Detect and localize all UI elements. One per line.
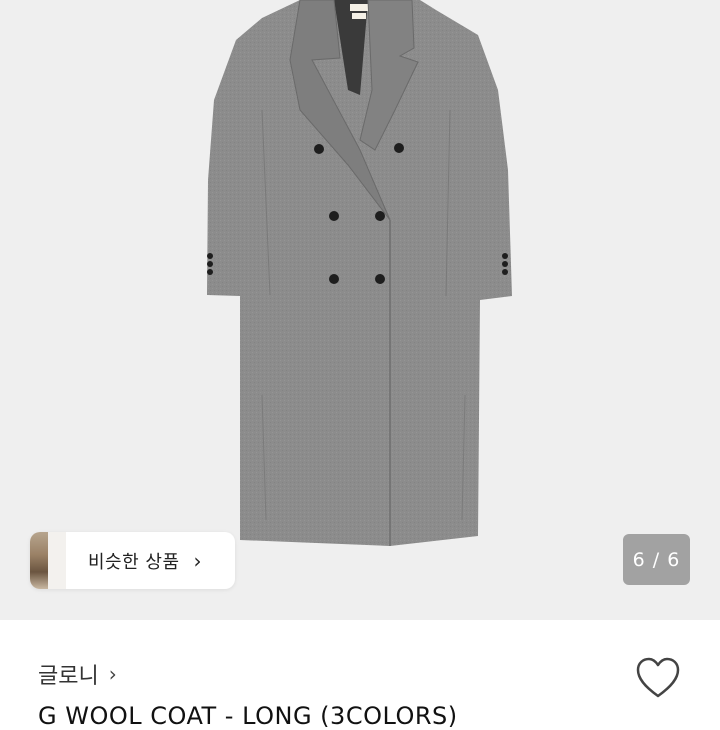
heart-outline-icon [636,657,680,698]
chevron-right-icon: › [193,548,202,573]
brand-link[interactable]: 글로니 › [38,658,117,690]
like-button[interactable] [634,656,682,700]
similar-products-label: 비슷한 상품 [88,551,180,573]
image-page-counter: 6 / 6 [623,534,690,585]
product-photo [207,0,512,546]
similar-products-button[interactable]: 비슷한 상품 › [30,532,235,589]
product-info: 글로니 › G WOOL COAT - LONG (3COLORS) [0,620,720,730]
product-image-gallery[interactable]: 비슷한 상품 › 6 / 6 [0,0,720,620]
brand-name: 글로니 [38,664,99,689]
chevron-right-icon: › [108,662,117,686]
similar-products-thumbnail [30,532,66,589]
product-title: G WOOL COAT - LONG (3COLORS) [38,702,458,730]
